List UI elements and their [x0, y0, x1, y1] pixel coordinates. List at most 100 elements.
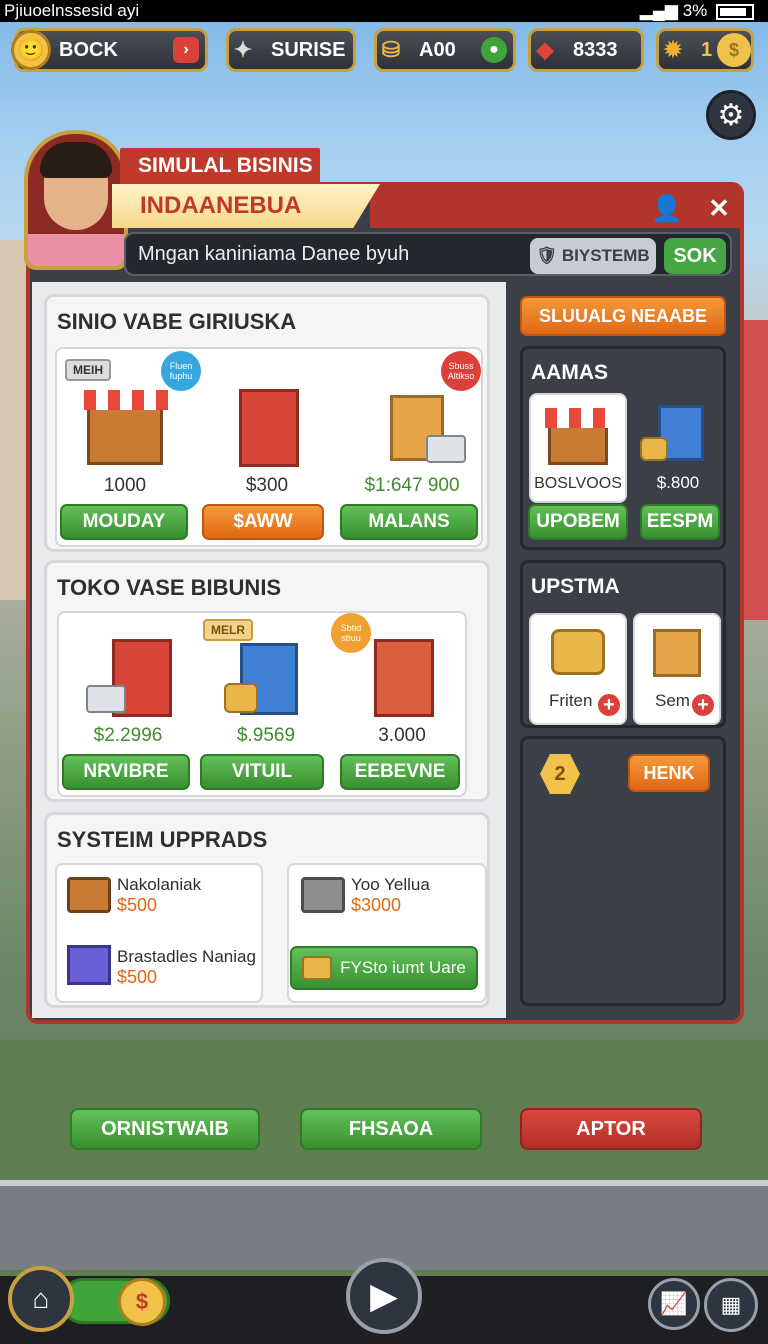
close-icon[interactable]: ✕ — [702, 192, 736, 224]
store-icon — [538, 399, 618, 469]
bottom-right-button[interactable]: APTOR — [520, 1108, 702, 1150]
bottom-left-button[interactable]: ORNISTWAIB — [70, 1108, 260, 1150]
buy-button[interactable]: EEBEVNE — [340, 754, 460, 790]
machine-icon — [551, 629, 605, 675]
upgrade-item: Yoo Yellua $3000 — [351, 875, 430, 916]
upstma-title: UPSTMA — [531, 575, 620, 598]
cart-icon — [67, 877, 111, 913]
level-hud[interactable]: ✹ 1 $ — [656, 28, 754, 72]
business-item: 1000 — [65, 379, 185, 497]
aamas-item-label: $.800 — [656, 473, 700, 492]
background-building-right — [742, 320, 768, 620]
aamas-title: AAMAS — [531, 361, 608, 384]
aamas-card: BOSLVOOS — [529, 393, 627, 503]
status-bar: Pjiuoelnssesid ayi ▂▄▆ 3% — [0, 0, 768, 22]
add-icon[interactable]: + — [690, 692, 716, 718]
item-price: 3.000 — [378, 725, 426, 746]
back-hud-button[interactable]: 🙂 BOCK › — [11, 28, 208, 72]
ribbon-title: INDAANEBUA — [112, 184, 380, 228]
level-value: 1 — [701, 38, 713, 61]
upgrade-item: Brastadles Naniag $500 — [117, 947, 256, 988]
upgrade-price: $500 — [117, 967, 158, 987]
section-title: TOKO VASE BIBUNIS — [57, 575, 282, 600]
gems-value: 8333 — [573, 38, 618, 61]
upgrade-price: $3000 — [351, 895, 402, 915]
henk-button[interactable]: HENK — [628, 754, 710, 792]
item-price: $2.2996 — [93, 725, 163, 746]
aamas-item-label: BOSLVOOS — [534, 475, 622, 492]
surise-hud[interactable]: ✦ SURISE — [226, 28, 356, 72]
grid-icon[interactable]: ▦ — [704, 1278, 758, 1332]
bank-building-icon — [220, 629, 312, 719]
package-icon — [67, 945, 111, 985]
kiosk-icon — [653, 629, 701, 677]
settings-gear-icon[interactable]: ⚙ — [706, 90, 756, 140]
upgrade-price: $500 — [117, 895, 158, 915]
market-stall-icon — [79, 379, 171, 469]
business-item: 3.000 — [339, 629, 465, 747]
play-icon[interactable]: ▶ — [346, 1258, 422, 1334]
item-price: 1000 — [103, 475, 147, 496]
delivery-shop-icon — [82, 629, 174, 719]
player-avatar-icon: 🙂 — [11, 30, 51, 70]
upgrade-name: Nakolaniak — [117, 875, 202, 894]
upstma-item-label: Sem — [655, 691, 690, 710]
buy-button[interactable]: NRVIBRE — [62, 754, 190, 790]
business-item: $1:647 900 — [347, 379, 477, 497]
panel-titlebar — [370, 186, 740, 228]
buy-button[interactable]: $AWW — [202, 504, 324, 540]
business-item: $2.2996 — [65, 629, 191, 747]
aamas-buy-button[interactable]: EESPM — [640, 504, 720, 540]
panel-subtitle: Mngan kaniniama Danee byuh — [138, 243, 410, 265]
ok-button[interactable]: SOK — [664, 238, 726, 274]
system-button[interactable]: 🛡 BIYSTEMB — [530, 238, 656, 274]
orange-action-button[interactable]: SLUUALG NEAABE — [520, 296, 726, 336]
home-icon[interactable]: ⌂ — [8, 1266, 74, 1332]
bottom-middle-button[interactable]: FHSAOA — [300, 1108, 482, 1150]
coin-stack-icon: ⛁ — [381, 37, 401, 62]
buy-button[interactable]: VITUIL — [200, 754, 324, 790]
section-title: SYSTEIM UPPRADS — [57, 827, 268, 852]
shield-icon: 🛡 — [536, 246, 558, 265]
buy-button[interactable]: MALANS — [340, 504, 478, 540]
ribbon-subtitle: SIMULAL BISINIS — [120, 148, 320, 184]
aamas-buy-button[interactable]: UPOBEM — [528, 504, 628, 540]
upgrade-card-left: Nakolaniak $500 Brastadles Naniag $500 — [55, 863, 263, 1003]
shopping-cart-icon — [301, 877, 345, 913]
battery-icon — [716, 3, 754, 20]
status-text: Pjiuoelnssesid ayi — [4, 1, 140, 20]
upgrade-name: Yoo Yellua — [351, 875, 430, 894]
coin-icon[interactable]: $ — [118, 1278, 166, 1326]
gem-icon: ◆ — [536, 37, 554, 62]
storefront-icon — [356, 629, 448, 719]
bank-icon — [638, 397, 718, 467]
buy-button[interactable]: MOUDAY — [60, 504, 188, 540]
section-title: SINIO VABE GIRIUSKA — [57, 309, 297, 334]
upgrade-action-label: FYSto iumt Uare — [340, 958, 466, 977]
star-badge-icon: ✹ — [663, 37, 683, 62]
shop-building-icon — [221, 379, 313, 469]
aamas-card: $.800 — [635, 393, 721, 503]
signal-icon: ▂▄▆ — [639, 1, 678, 20]
battery-indicator: ▂▄▆ 3% — [640, 1, 754, 21]
chart-icon[interactable]: 📈 — [648, 1278, 700, 1330]
background-road — [0, 1180, 768, 1270]
treasure-icon — [302, 956, 333, 980]
gems-hud[interactable]: ◆ 8333 — [528, 28, 644, 72]
add-coins-icon: ● — [481, 37, 507, 63]
item-price: $.9569 — [236, 725, 296, 746]
back-arrow-icon: › — [173, 37, 199, 63]
coin-icon: $ — [717, 33, 751, 67]
battery-percent: 3% — [682, 1, 708, 20]
system-button-label: BIYSTEMB — [561, 246, 650, 265]
add-icon[interactable]: + — [596, 692, 622, 718]
back-label: BOCK — [59, 38, 118, 61]
upgrade-action-button[interactable]: FYSto iumt Uare — [290, 946, 478, 990]
upgrade-item: Nakolaniak $500 — [117, 875, 201, 916]
warehouse-icon — [366, 379, 466, 469]
business-item: $300 — [207, 379, 327, 497]
user-icon[interactable]: 👤 — [650, 192, 684, 224]
business-item: $.9569 — [203, 629, 329, 747]
coins-hud[interactable]: ⛁ A00 ● — [374, 28, 516, 72]
surise-label: SURISE — [271, 38, 346, 61]
